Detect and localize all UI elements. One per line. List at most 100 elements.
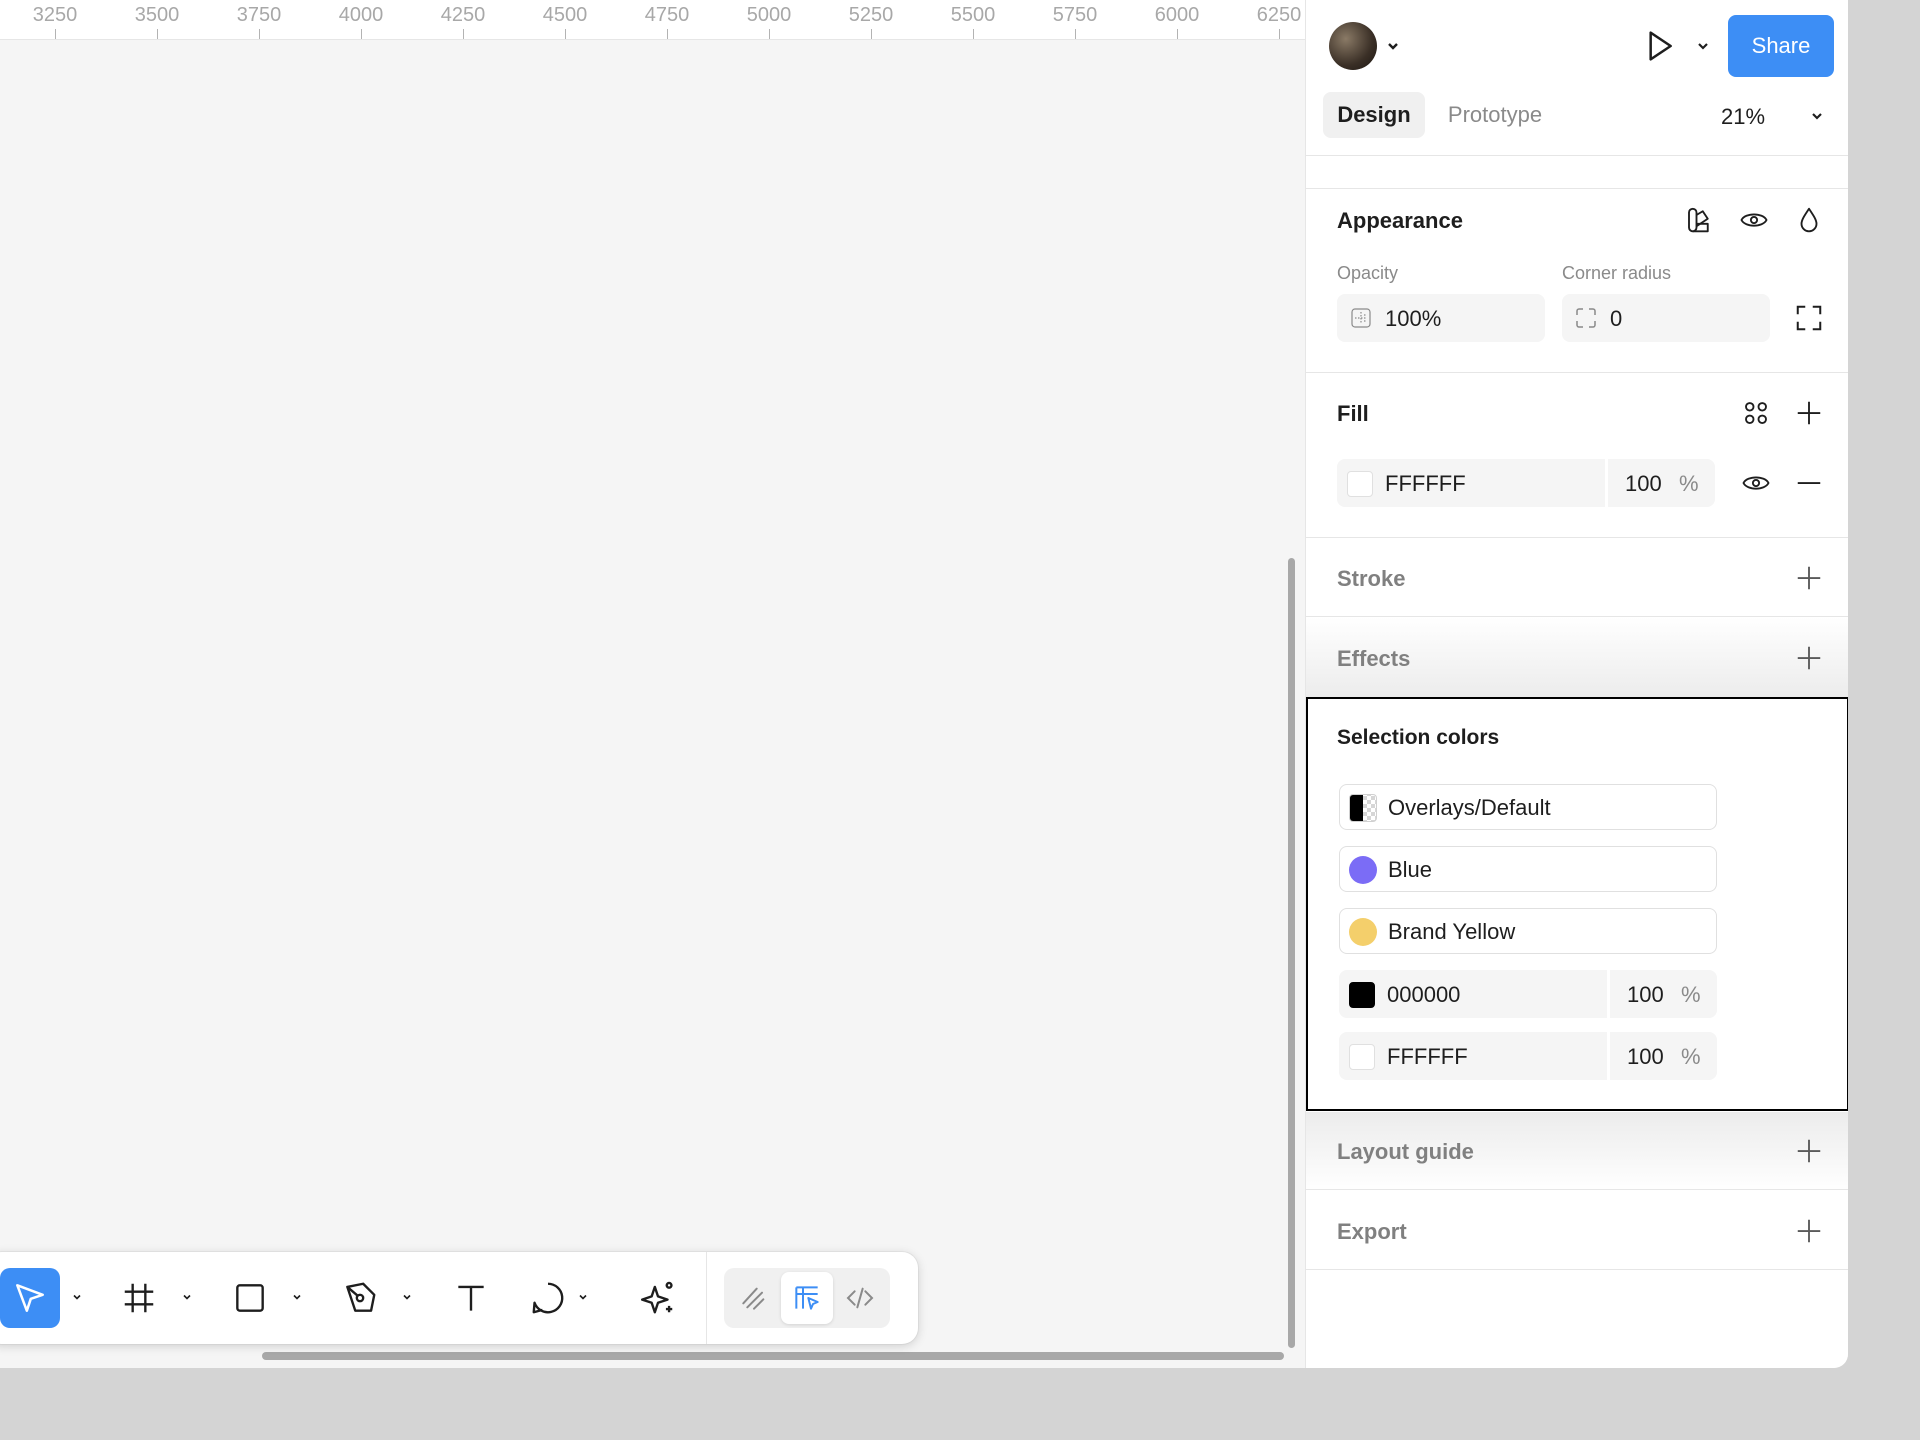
color-opacity-unit: % xyxy=(1681,982,1701,1007)
fill-swatch[interactable] xyxy=(1347,471,1373,497)
eye-icon xyxy=(1740,213,1768,227)
tab-prototype[interactable]: Prototype xyxy=(1435,92,1555,138)
plus-icon xyxy=(1797,646,1821,670)
design-mode-button[interactable] xyxy=(781,1272,833,1324)
opacity-value: 100% xyxy=(1385,306,1442,331)
add-fill-button[interactable] xyxy=(1789,393,1829,433)
add-effect-button[interactable] xyxy=(1789,638,1829,678)
chevron-down-icon xyxy=(293,1294,301,1300)
variable-mode-button[interactable] xyxy=(1679,200,1719,240)
fill-title: Fill xyxy=(1337,401,1369,426)
play-icon xyxy=(1649,31,1672,61)
visibility-toggle[interactable] xyxy=(1734,200,1774,240)
white-swatch[interactable] xyxy=(1349,1044,1375,1070)
selection-color-field[interactable]: FFFFFF 100 % xyxy=(1339,1032,1717,1080)
add-export-button[interactable] xyxy=(1789,1211,1829,1251)
shape-tool-dropdown[interactable] xyxy=(290,1290,304,1304)
rectangle-tool-button[interactable] xyxy=(220,1268,280,1328)
blend-mode-button[interactable] xyxy=(1789,200,1829,240)
opacity-grid-icon xyxy=(1351,308,1371,328)
ai-actions-button[interactable] xyxy=(628,1268,688,1328)
drop-icon xyxy=(1800,207,1818,233)
chevron-down-icon xyxy=(1812,113,1822,120)
section-divider xyxy=(1306,1269,1848,1270)
stroke-title: Stroke xyxy=(1337,566,1406,591)
horizontal-ruler: 3250 3500 3750 4000 4250 4500 4750 5000 … xyxy=(0,0,1305,40)
color-style-row[interactable]: Overlays/Default xyxy=(1339,784,1717,830)
plus-icon xyxy=(1797,1139,1821,1163)
opacity-label: Opacity xyxy=(1337,263,1399,283)
share-button[interactable]: Share xyxy=(1728,15,1834,77)
tab-design[interactable]: Design xyxy=(1323,92,1425,138)
opacity-field[interactable]: 100% xyxy=(1337,294,1545,342)
appearance-title: Appearance xyxy=(1337,208,1463,233)
fill-opacity: 100 xyxy=(1625,471,1662,496)
zoom-level[interactable]: 21% xyxy=(1721,104,1765,130)
plus-icon xyxy=(1797,401,1821,425)
fill-visibility-toggle[interactable] xyxy=(1736,463,1776,503)
vertical-scrollbar[interactable] xyxy=(1288,558,1295,1348)
color-opacity: 100 xyxy=(1627,982,1664,1007)
mode-switcher xyxy=(724,1268,890,1328)
pen-nib-icon xyxy=(346,1282,376,1312)
corner-radius-field[interactable]: 0 xyxy=(1562,294,1770,342)
cursor-arrow-icon xyxy=(16,1284,44,1312)
remove-fill-button[interactable] xyxy=(1789,463,1829,503)
brand-yellow-swatch[interactable] xyxy=(1349,918,1377,946)
present-dropdown[interactable] xyxy=(1695,38,1711,54)
rectangle-icon xyxy=(236,1284,264,1312)
fill-styles-button[interactable] xyxy=(1736,393,1776,433)
chevron-down-icon xyxy=(403,1294,411,1300)
present-button[interactable] xyxy=(1639,26,1679,66)
export-title: Export xyxy=(1337,1219,1407,1244)
dev-mode-button[interactable] xyxy=(834,1272,886,1324)
layout-guide-title: Layout guide xyxy=(1337,1139,1474,1164)
corner-radius-value: 0 xyxy=(1610,306,1623,331)
draw-mode-button[interactable] xyxy=(728,1272,780,1324)
chevron-down-icon xyxy=(1698,43,1708,50)
frame-tool-button[interactable] xyxy=(109,1268,169,1328)
text-t-icon xyxy=(458,1285,484,1311)
move-tool-button[interactable] xyxy=(0,1268,60,1328)
color-opacity: 100 xyxy=(1627,1044,1664,1069)
chevron-down-icon xyxy=(579,1294,587,1300)
comment-tool-button[interactable] xyxy=(518,1268,578,1328)
canvas[interactable]: 3250 3500 3750 4000 4250 4500 4750 5000 … xyxy=(0,0,1305,1368)
avatar[interactable] xyxy=(1329,22,1377,70)
selection-colors-section: Selection colors Overlays/Default Blue B… xyxy=(1306,697,1848,1111)
selection-color-field[interactable]: 000000 100 % xyxy=(1339,970,1717,1018)
chevron-down-icon xyxy=(1388,43,1398,50)
comment-tool-dropdown[interactable] xyxy=(576,1290,590,1304)
plus-icon xyxy=(1797,1219,1821,1243)
corner-radius-label: Corner radius xyxy=(1562,263,1672,283)
horizontal-scrollbar[interactable] xyxy=(262,1352,1284,1360)
add-stroke-button[interactable] xyxy=(1789,558,1829,598)
toolbar-divider xyxy=(706,1252,707,1344)
color-style-row[interactable]: Brand Yellow xyxy=(1339,908,1717,954)
eye-icon xyxy=(1742,476,1770,490)
pen-tool-dropdown[interactable] xyxy=(400,1290,414,1304)
color-style-label: Blue xyxy=(1388,857,1433,882)
add-layout-guide-button[interactable] xyxy=(1789,1131,1829,1171)
fill-opacity-unit: % xyxy=(1679,471,1699,496)
blue-swatch[interactable] xyxy=(1349,856,1377,884)
fill-color-field[interactable]: FFFFFF 100 % xyxy=(1337,459,1715,507)
zoom-dropdown[interactable] xyxy=(1809,108,1825,124)
overlay-swatch[interactable] xyxy=(1349,794,1377,822)
pen-tool-button[interactable] xyxy=(330,1268,390,1328)
black-swatch[interactable] xyxy=(1349,982,1375,1008)
independent-corners-button[interactable] xyxy=(1789,298,1829,338)
color-style-row[interactable]: Blue xyxy=(1339,846,1717,892)
text-tool-button[interactable] xyxy=(441,1268,501,1328)
frame-tool-dropdown[interactable] xyxy=(180,1290,194,1304)
plus-icon xyxy=(1797,566,1821,590)
header-divider xyxy=(1306,155,1848,156)
section-divider xyxy=(1306,188,1848,189)
color-style-label: Brand Yellow xyxy=(1388,919,1516,944)
avatar-dropdown[interactable] xyxy=(1385,38,1401,54)
minus-icon xyxy=(1797,482,1821,484)
move-tool-dropdown[interactable] xyxy=(70,1290,84,1304)
variable-mode-icon xyxy=(1688,207,1709,233)
chevron-down-icon xyxy=(183,1294,191,1300)
expand-corners-icon xyxy=(1796,305,1822,331)
